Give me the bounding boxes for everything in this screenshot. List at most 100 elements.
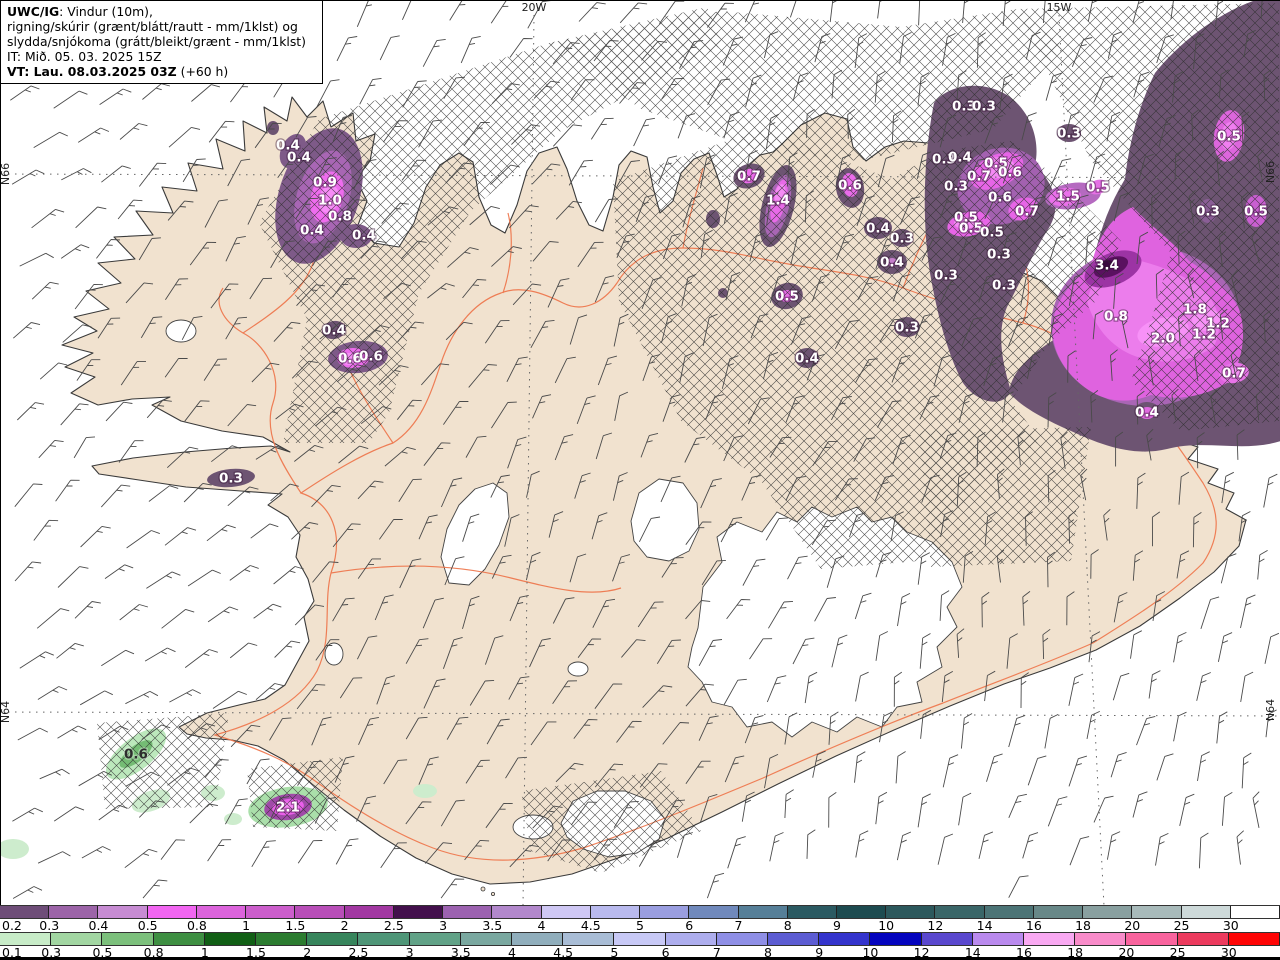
colorbar-segment: [1024, 933, 1076, 945]
colorbar-segment: [256, 933, 308, 945]
colorbar-tick-label: 10: [878, 918, 895, 933]
colorbar-segment: [460, 933, 513, 945]
colorbar-segment: [665, 933, 717, 945]
precip-value-label: 2.1: [276, 800, 300, 816]
precip-value-label: 0.7: [737, 169, 761, 185]
colorbar-segment: [393, 906, 444, 918]
colorbar-segment: [409, 933, 461, 945]
info-line-vt: VT: Lau. 08.03.2025 03Z (+60 h): [7, 64, 229, 79]
colorbar-segment: [0, 933, 52, 945]
colorbar-tick-label: 0.3: [39, 918, 60, 933]
colorbar-segment: [614, 933, 666, 945]
info-line-title: UWC/IG: Vindur (10m),: [7, 4, 153, 19]
precip-value-label: 0.7: [1015, 204, 1039, 220]
precip-value-label: 1.8: [1183, 302, 1207, 318]
precip-value-label: 0.3: [1196, 204, 1220, 220]
colorbar-segment: [886, 906, 936, 918]
colorbar-tick-label: 1: [242, 918, 251, 933]
colorbar-segment: [1177, 933, 1229, 945]
parallel-label: N64: [1264, 699, 1277, 721]
colorbar-segment: [1033, 906, 1084, 918]
colorbar-tick-label: 2.5: [383, 918, 404, 933]
meridian-label: 20W: [522, 1, 547, 14]
colorbar-segment: [443, 906, 493, 918]
precip-value-label: 0.5: [980, 225, 1004, 241]
info-line-it: IT: Mið. 05. 03. 2025 15Z: [7, 49, 162, 64]
precip-value-label: 0.3: [972, 99, 996, 115]
colorbar-segment: [738, 906, 788, 918]
precip-value-label: 0.4: [880, 255, 904, 271]
colorbar-segment: [870, 933, 922, 945]
precip-value-label: 0.3: [1057, 126, 1081, 142]
colorbar-segment: [492, 906, 542, 918]
precip-value-label: 1.4: [766, 193, 790, 209]
colorbar-tick-label: 3.5: [482, 918, 503, 933]
colorbar-segment: [49, 906, 99, 918]
colorbar-segment: [344, 906, 394, 918]
colorbar-tick-label: 25: [1173, 918, 1190, 933]
precip-value-label: 0.4: [866, 221, 890, 237]
colorbar-segment: [590, 906, 641, 918]
map-canvas: 20W 15W N66 N66 N64 N64 0.4 0.4 0.9 1.0 0.8 0.4 0.4…: [0, 0, 1280, 906]
colorbar-segment: [819, 933, 871, 945]
colorbar-segment: [836, 906, 887, 918]
colorbar-segment: [640, 906, 690, 918]
colorbar-segment: [984, 906, 1034, 918]
colorbar-segment: [563, 933, 615, 945]
colorbar-segment: [972, 933, 1025, 945]
precip-value-label: 0.5: [1244, 204, 1268, 220]
colorbar-tick-label: 3: [439, 918, 448, 933]
precip-value-label: 0.4: [948, 150, 972, 166]
precip-value-label: 0.6: [359, 349, 383, 365]
colorbar-segment: [787, 906, 837, 918]
colorbar-segment: [1228, 933, 1280, 945]
precip-value-label: 0.4: [287, 150, 311, 166]
precip-value-label: 2.0: [1151, 331, 1175, 347]
parallel-label: N66: [1264, 161, 1277, 183]
colorbar-segment: [358, 933, 410, 945]
precip-value-label: 0.6: [838, 178, 862, 194]
colorbar-segment: [0, 906, 50, 918]
colorbar-tick-label: 30: [1222, 918, 1239, 933]
precip-value-label: 0.3: [219, 471, 243, 487]
colorbar-sleet-snow-labels: 0.2 0.3 0.4 0.5 0.8 1 1.5 2 2.5 3 3.5 4 4.5 5 6 7 8 9 10 12…: [0, 918, 1280, 933]
colorbar-segment: [935, 906, 985, 918]
precip-value-label: 0.4: [1135, 405, 1159, 421]
precip-value-label: 1.2: [1192, 327, 1216, 343]
precip-value-label: 1.0: [318, 193, 342, 209]
colorbar-tick-label: 9: [832, 918, 841, 933]
precip-value-label: 0.3: [895, 320, 919, 336]
colorbar-tick-label: 12: [927, 918, 944, 933]
precip-value-label: 0.6: [124, 747, 148, 763]
colorbar-tick-label: 16: [1025, 918, 1042, 933]
colorbar-segment: [204, 933, 257, 945]
colorbar-segment: [1230, 906, 1280, 918]
colorbar-segment: [147, 906, 197, 918]
colorbar-segment: [541, 906, 591, 918]
meridian-label: 15W: [1047, 1, 1072, 14]
colorbar-tick-label: 0.5: [137, 918, 158, 933]
precip-value-label: 0.7: [967, 169, 991, 185]
colorbar-tick-label: 5: [636, 918, 644, 933]
colorbar-segment: [1181, 906, 1231, 918]
colorbar-segment: [689, 906, 739, 918]
colorbar-rain: [0, 932, 1280, 946]
precip-value-label: 0.3: [944, 179, 968, 195]
colorbar-segment: [1075, 933, 1127, 945]
precip-value-label: 0.3: [934, 268, 958, 284]
colorbar-segment: [768, 933, 820, 945]
colorbar-tick-label: 0.2: [2, 918, 22, 933]
colorbar-segment: [1126, 933, 1178, 945]
colorbar-segment: [153, 933, 205, 945]
precip-value-label: 0.5: [1217, 129, 1241, 145]
colorbar-segment: [102, 933, 154, 945]
precip-value-label: 0.5: [1086, 180, 1110, 196]
colorbar-segment: [1132, 906, 1182, 918]
precip-value-label: 1.5: [1056, 189, 1080, 205]
weather-map-page: 20W 15W N66 N66 N64 N64 0.4 0.4 0.9 1.0 0.8 0.4 0.4…: [0, 0, 1280, 960]
precip-value-label: 0.3: [890, 231, 914, 247]
colorbar-tick-label: 0.8: [186, 918, 207, 933]
colorbar-segment: [716, 933, 769, 945]
colorbar-tick-label: 4: [537, 918, 546, 933]
colorbar-tick-label: 4.5: [580, 918, 601, 933]
